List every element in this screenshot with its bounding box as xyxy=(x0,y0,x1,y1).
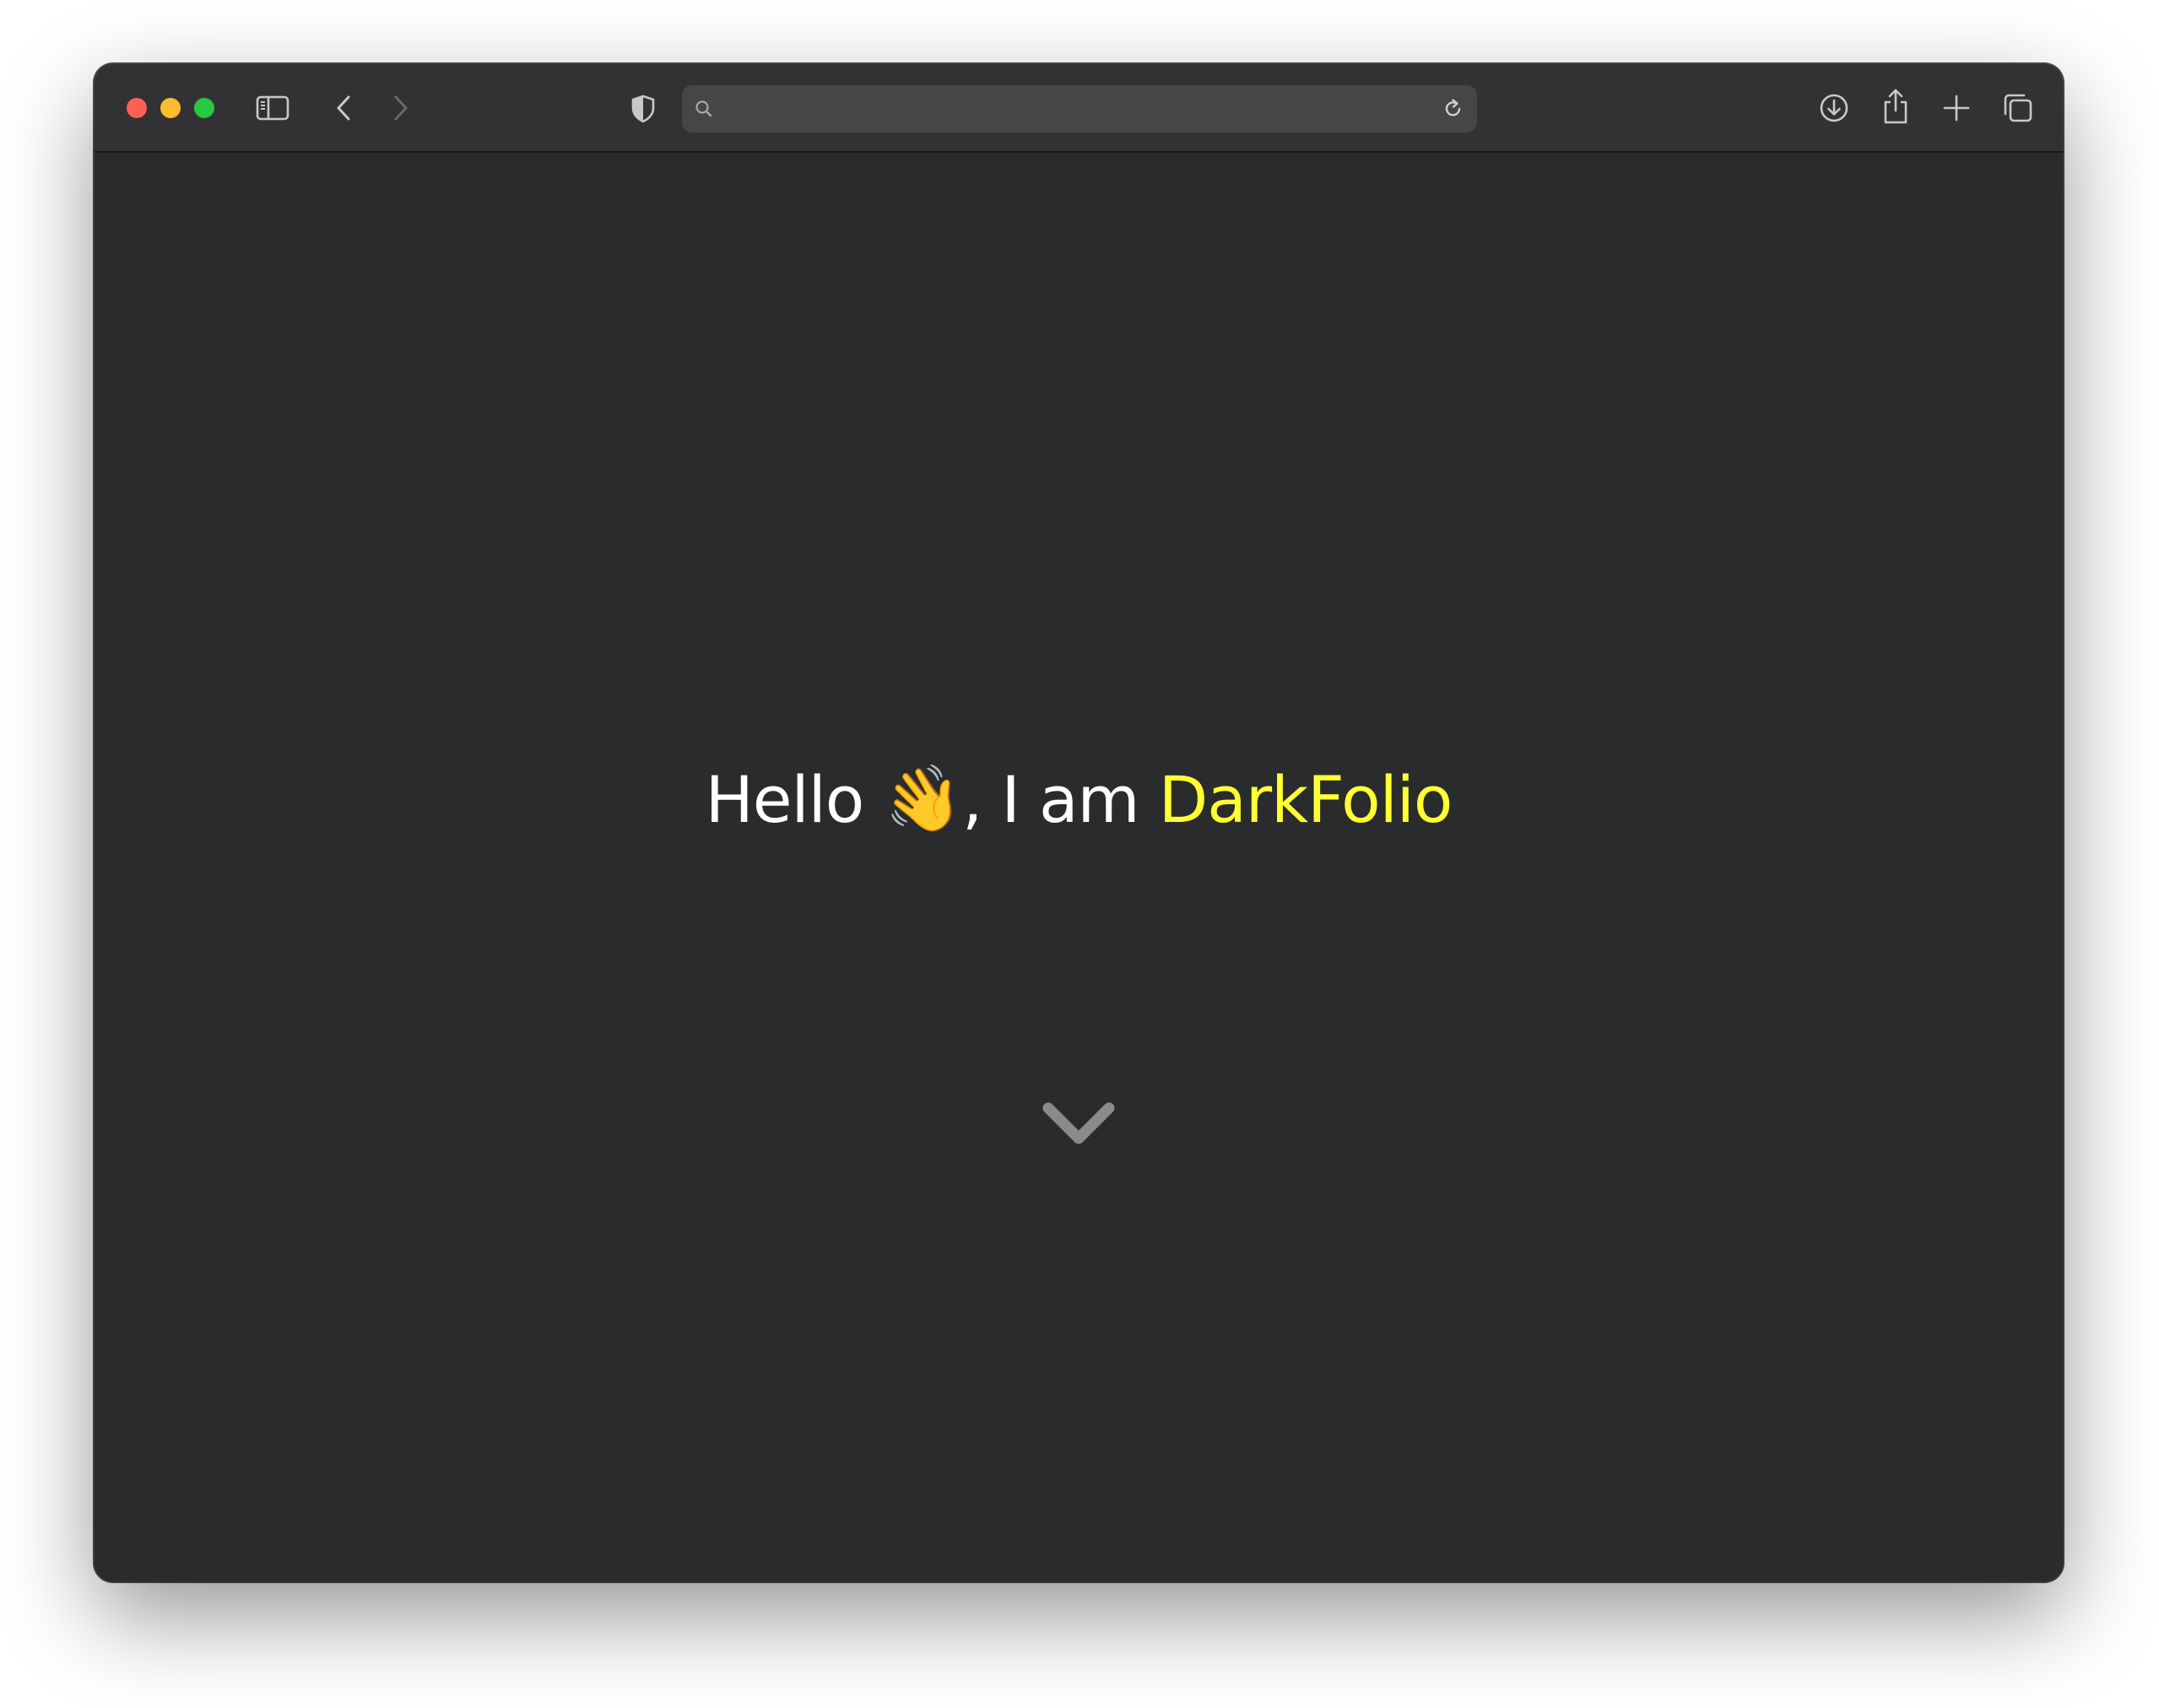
chevron-down-icon[interactable] xyxy=(1040,1096,1117,1155)
tab-overview-icon[interactable] xyxy=(2000,90,2036,126)
hero-heading: Hello 👋, I am DarkFolio xyxy=(95,757,2063,842)
address-input[interactable] xyxy=(721,85,1431,132)
close-window-button[interactable] xyxy=(127,98,147,118)
shield-icon[interactable] xyxy=(628,93,658,125)
share-icon[interactable] xyxy=(1879,86,1913,127)
zoom-window-button[interactable] xyxy=(194,98,214,118)
browser-window: Hello 👋, I am DarkFolio xyxy=(95,64,2063,1581)
search-icon xyxy=(692,97,716,121)
hero-greeting: Hello xyxy=(705,762,865,837)
waving-hand-icon: 👋 xyxy=(878,756,967,843)
page-content: Hello 👋, I am DarkFolio xyxy=(95,153,2063,1581)
chevron-right-icon[interactable] xyxy=(387,93,415,123)
browser-toolbar xyxy=(95,64,2063,153)
chevron-left-icon[interactable] xyxy=(329,93,358,123)
plus-icon[interactable] xyxy=(1940,91,1973,125)
download-icon[interactable] xyxy=(1816,90,1852,126)
reload-icon[interactable] xyxy=(1440,95,1467,122)
sidebar-icon[interactable] xyxy=(255,93,290,123)
hero-name: DarkFolio xyxy=(1158,762,1453,837)
minimize-window-button[interactable] xyxy=(160,98,181,118)
address-bar[interactable] xyxy=(682,85,1477,132)
hero-intro: , I am xyxy=(962,762,1139,837)
